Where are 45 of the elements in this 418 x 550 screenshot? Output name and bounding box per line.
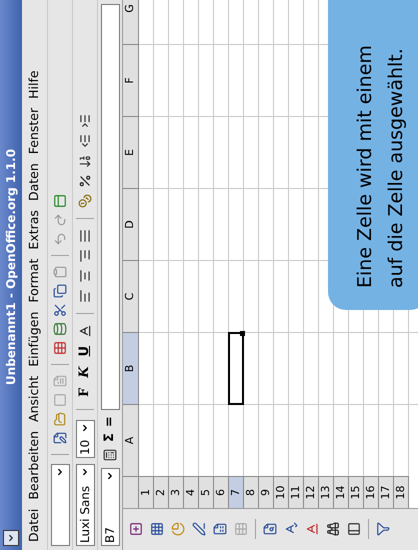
menu-item[interactable]: Ansicht: [25, 376, 44, 422]
column-header[interactable]: F: [123, 44, 139, 116]
callout-text: Eine Zelle wird mit einem: [353, 44, 377, 288]
row-header[interactable]: 14: [334, 476, 349, 508]
row-header[interactable]: 12: [304, 476, 319, 508]
menu-item[interactable]: Hilfe: [25, 70, 44, 99]
row-header[interactable]: 5: [199, 476, 214, 508]
row-header[interactable]: 3: [169, 476, 184, 508]
row-header[interactable]: 11: [289, 476, 304, 508]
row-header[interactable]: 1: [139, 476, 154, 508]
row-header[interactable]: 17: [379, 476, 394, 508]
row-header[interactable]: 13: [319, 476, 334, 508]
row-header[interactable]: 8: [244, 476, 259, 508]
font-size-field[interactable]: 10: [76, 420, 94, 458]
row-header[interactable]: 2: [154, 476, 169, 508]
row-header[interactable]: 4: [184, 476, 199, 508]
row-header[interactable]: 15: [349, 476, 364, 508]
menu-item[interactable]: Fenster: [25, 108, 44, 154]
menu-item[interactable]: Format: [25, 258, 44, 303]
font-name-field[interactable]: Luxi Sans: [76, 464, 94, 546]
underline-button[interactable]: U: [75, 344, 95, 358]
menu-item[interactable]: Bearbeiten: [25, 430, 44, 500]
row-header[interactable]: 18: [394, 476, 409, 508]
cell-name-field[interactable]: B7: [100, 468, 120, 546]
row-header[interactable]: 16: [364, 476, 379, 508]
column-header[interactable]: G: [123, 0, 139, 44]
row-header[interactable]: 7: [229, 476, 244, 508]
column-header[interactable]: A: [123, 404, 139, 476]
row-header[interactable]: 9: [259, 476, 274, 508]
column-header[interactable]: B: [123, 332, 139, 404]
menu-item[interactable]: Einfügen: [25, 312, 44, 367]
column-header[interactable]: C: [123, 260, 139, 332]
menu-item[interactable]: Daten: [25, 163, 44, 202]
column-header[interactable]: E: [123, 116, 139, 188]
row-header[interactable]: 10: [274, 476, 289, 508]
window-title: Unbenannt1 - OpenOffice.org 1.1.0: [3, 148, 19, 388]
row-header[interactable]: 6: [214, 476, 229, 508]
column-header[interactable]: D: [123, 188, 139, 260]
bold-button[interactable]: F: [75, 386, 95, 399]
menu-item[interactable]: Datei: [25, 508, 44, 542]
menu-item[interactable]: Extras: [25, 210, 44, 250]
italic-button[interactable]: K: [75, 364, 95, 380]
sum-button[interactable]: Σ: [100, 433, 120, 442]
function-button[interactable]: =: [100, 416, 120, 428]
callout-text: auf die Zelle ausgewählt.: [384, 47, 408, 288]
